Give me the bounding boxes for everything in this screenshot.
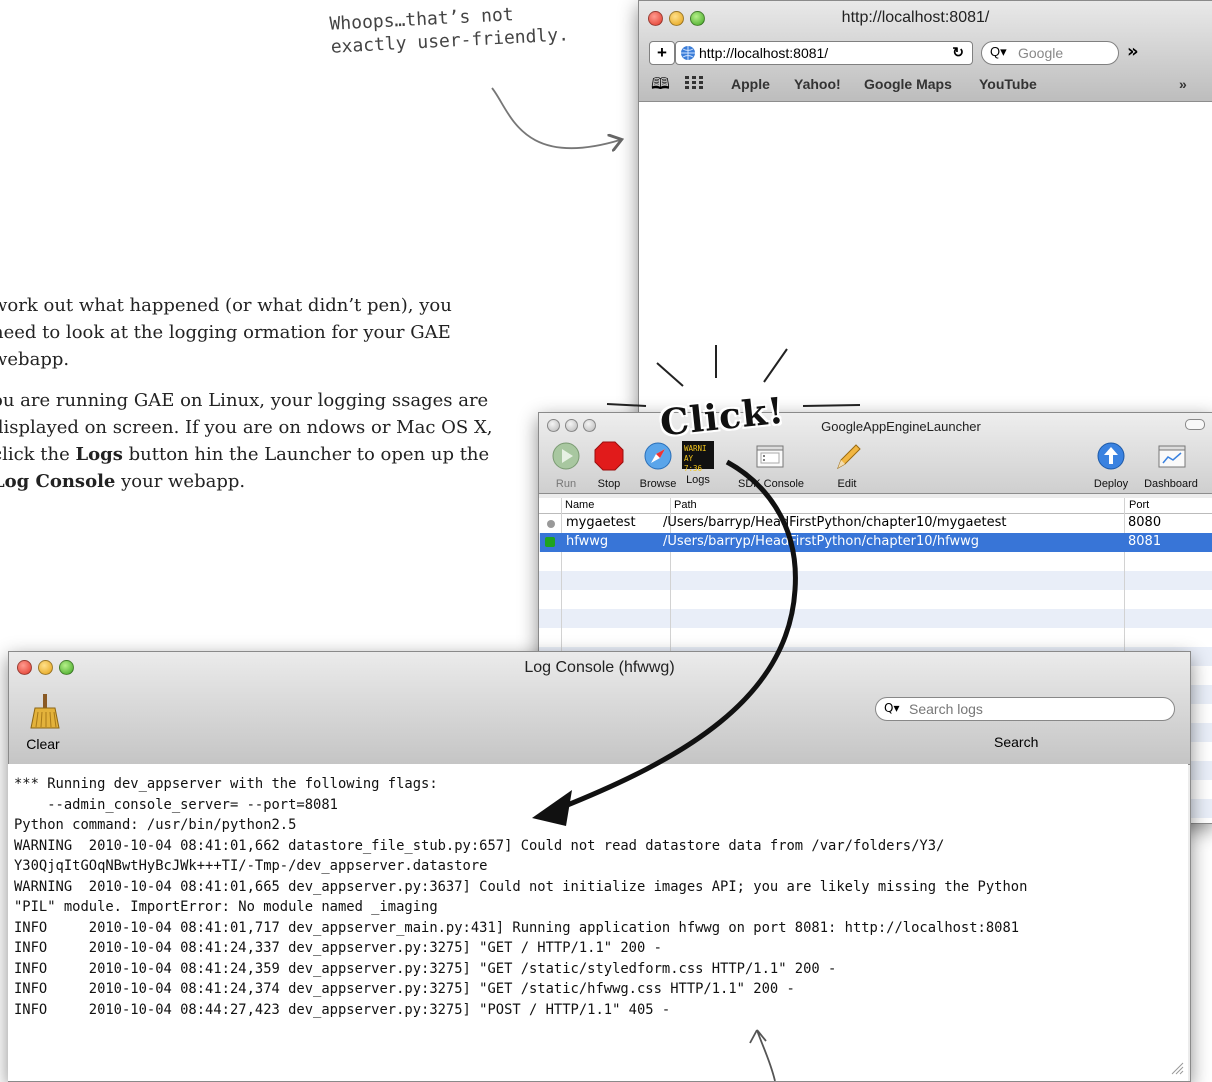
app-path: /Users/barryp/HeadFirstPython/chapter10/… (663, 534, 980, 549)
sdk-console-icon (756, 445, 784, 468)
dashboard-icon (1158, 445, 1186, 468)
launcher-zoom-button[interactable] (583, 419, 596, 432)
deploy-button[interactable]: Deploy (1080, 441, 1142, 490)
resize-grip-icon[interactable] (1170, 1061, 1184, 1075)
search-field[interactable]: Q▾ Google (981, 41, 1119, 65)
app-port: 8080 (1128, 515, 1162, 530)
launcher-title: GoogleAppEngineLauncher (821, 419, 981, 434)
stopped-status-icon (547, 520, 555, 528)
bookmarks-book-icon[interactable]: 🕮 (651, 73, 670, 100)
log-search-field[interactable]: Q▾ Search logs (875, 697, 1175, 721)
explanation-paragraph-1: work out what happened (or what didn’t p… (0, 295, 452, 370)
bookmark-youtube[interactable]: YouTube (979, 76, 1037, 92)
clear-label: Clear (26, 736, 60, 752)
browser-title: http://localhost:8081/ (841, 9, 990, 26)
log-line: "PIL" module. ImportError: No module nam… (14, 899, 438, 915)
edit-button[interactable]: Edit (816, 441, 878, 490)
log-search-placeholder: Search logs (909, 701, 983, 717)
toolbar-toggle-button[interactable] (1185, 419, 1205, 430)
log-line: Python command: /usr/bin/python2.5 (14, 817, 297, 833)
reload-icon[interactable]: ↻ (952, 44, 964, 61)
app-table-header: Name Path Port (539, 498, 1212, 514)
edit-label: Edit (837, 478, 857, 490)
log-line: *** Running dev_appserver with the follo… (14, 776, 438, 792)
zoom-button[interactable] (690, 11, 705, 26)
browser-window: http://localhost:8081/ + http://localhos… (638, 0, 1212, 422)
search-icon: Q▾ (990, 44, 1007, 59)
toolbar-overflow-icon[interactable]: » (1127, 41, 1139, 62)
top-sites-grid-icon[interactable] (685, 75, 703, 94)
log-line: INFO 2010-10-04 08:41:24,374 dev_appserv… (14, 981, 795, 997)
minimize-button[interactable] (669, 11, 684, 26)
sdk-console-button[interactable]: SDK Console (738, 441, 805, 490)
sdk-console-label: SDK Console (738, 478, 805, 490)
stop-icon (594, 441, 624, 471)
globe-icon (681, 46, 695, 60)
log-console-emphasis: Log Console (0, 471, 116, 492)
dashboard-button[interactable]: Dashboard (1140, 441, 1202, 490)
annotation-whoops: Whoops…that’s not exactly user-friendly. (329, 4, 570, 58)
app-port: 8081 (1128, 534, 1162, 549)
logs-emphasis: Logs (75, 444, 123, 465)
deploy-icon (1097, 442, 1125, 470)
log-line: WARNING 2010-10-04 08:41:01,665 dev_apps… (14, 879, 1028, 895)
log-console-titlebar: Log Console (hfwwg) Clear Q▾ Search logs… (9, 652, 1190, 765)
add-bookmark-button[interactable]: + (649, 41, 675, 65)
run-icon (552, 442, 580, 470)
log-console-title: Log Console (hfwwg) (524, 659, 675, 676)
clear-button[interactable]: Clear (23, 694, 67, 752)
log-line: INFO 2010-10-04 08:44:27,423 dev_appserv… (14, 1002, 671, 1018)
bookmark-google-maps[interactable]: Google Maps (864, 76, 952, 92)
launcher-minimize-button[interactable] (565, 419, 578, 432)
explanation-text: work out what happened (or what didn’t p… (0, 292, 497, 509)
logs-icon: WARNI AY 7:36 (682, 441, 714, 473)
log-line: --admin_console_server= --port=8081 (14, 797, 338, 813)
browser-content (639, 102, 1212, 421)
app-name: hfwwg (566, 534, 609, 549)
address-text: http://localhost:8081/ (699, 45, 829, 61)
app-path: /Users/barryp/HeadFirstPython/chapter10/… (663, 515, 1007, 530)
running-status-icon (545, 537, 555, 547)
log-line: Y30QjqItGOqNBwtHyBcJWk+++TI/-Tmp-/dev_ap… (14, 858, 488, 874)
explanation-paragraph-2: ou are running GAE on Linux, your loggin… (0, 387, 497, 495)
log-line: WARNING 2010-10-04 08:41:01,662 datastor… (14, 838, 945, 854)
log-line: INFO 2010-10-04 08:41:24,359 dev_appserv… (14, 961, 837, 977)
search-icon: Q▾ (884, 701, 900, 715)
log-line: INFO 2010-10-04 08:41:24,337 dev_appserv… (14, 940, 662, 956)
column-path[interactable]: Path (674, 499, 697, 511)
app-name: mygaetest (566, 515, 636, 530)
bookmarks-overflow-icon[interactable]: » (1179, 76, 1187, 92)
log-output[interactable]: *** Running dev_appserver with the follo… (8, 764, 1188, 1081)
launcher-close-button[interactable] (547, 419, 560, 432)
column-port[interactable]: Port (1129, 499, 1149, 511)
column-name[interactable]: Name (565, 499, 594, 511)
address-bar[interactable]: http://localhost:8081/ ↻ (675, 41, 973, 65)
logs-label: Logs (686, 474, 710, 486)
search-placeholder: Google (1018, 45, 1064, 61)
logs-button[interactable]: WARNI AY 7:36 Logs (667, 441, 729, 486)
bookmark-yahoo[interactable]: Yahoo! (794, 76, 841, 92)
log-line: INFO 2010-10-04 08:41:01,717 dev_appserv… (14, 920, 1020, 936)
dashboard-label: Dashboard (1144, 478, 1198, 490)
close-button[interactable] (648, 11, 663, 26)
browser-titlebar: http://localhost:8081/ + http://localhos… (639, 1, 1212, 102)
table-row-selected[interactable]: hfwwg /Users/barryp/HeadFirstPython/chap… (540, 533, 1212, 552)
deploy-label: Deploy (1093, 478, 1129, 490)
edit-icon (837, 444, 861, 470)
search-label: Search (994, 734, 1039, 750)
table-row[interactable]: mygaetest /Users/barryp/HeadFirstPython/… (540, 514, 1212, 533)
arrow-to-browser (491, 87, 620, 148)
broom-icon (30, 694, 60, 729)
bookmark-apple[interactable]: Apple (731, 76, 770, 92)
